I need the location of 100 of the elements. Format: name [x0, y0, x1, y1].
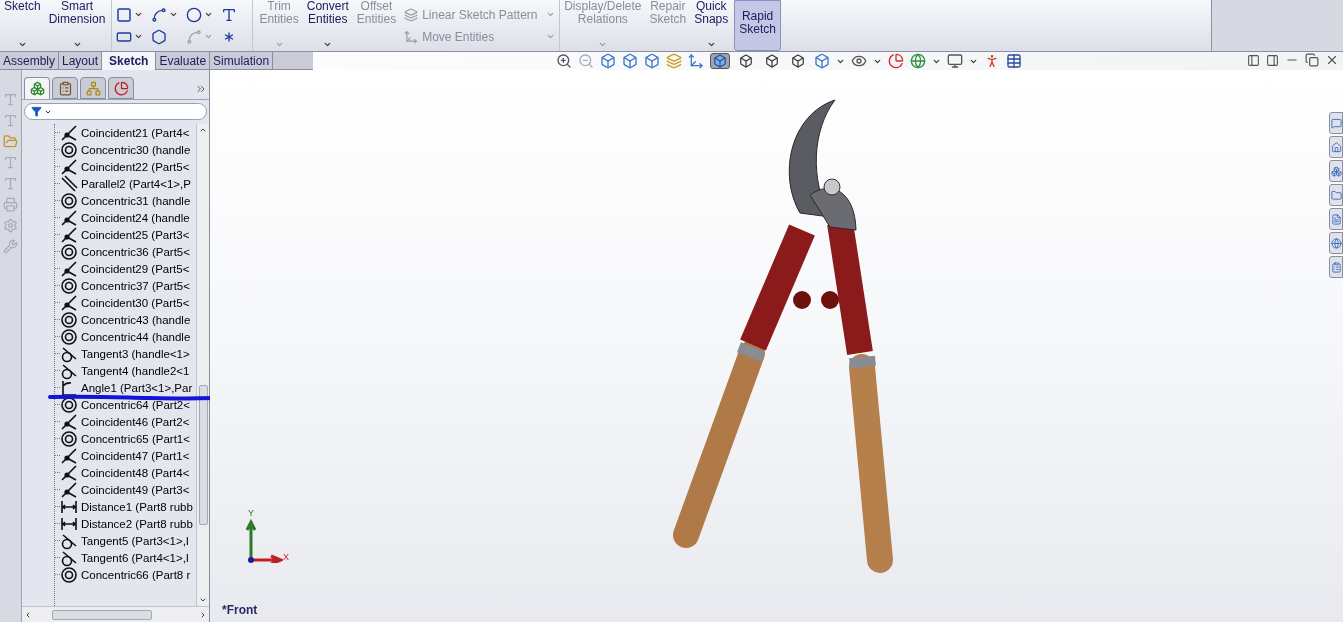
relation-tree-item[interactable]: Distance2 (Part8 rubb	[81, 516, 193, 531]
expand-chevron-icon[interactable]	[195, 83, 207, 95]
relation-tree-item[interactable]: Parallel2 (Part4<1>,P	[81, 176, 191, 191]
relation-tree-item[interactable]: Coincident49 (Part3<	[81, 482, 190, 497]
task-pane-tab[interactable]	[1329, 184, 1343, 206]
cube-view-icon[interactable]	[622, 53, 638, 69]
command-tab[interactable]: Sketch	[102, 52, 157, 70]
relation-tree-item[interactable]: Coincident47 (Part1<	[81, 448, 190, 463]
table-icon[interactable]	[1006, 53, 1022, 69]
arc-icon[interactable]	[151, 6, 168, 23]
tile-left-icon[interactable]	[1247, 53, 1260, 67]
relation-tree-item[interactable]: Concentric37 (Part5<	[81, 278, 190, 293]
relation-tree-item[interactable]: Tangent3 (handle<1>	[81, 346, 190, 361]
pane-icon	[1330, 165, 1342, 177]
relation-tree-item[interactable]: Concentric44 (handle	[81, 329, 191, 344]
tile-right-icon[interactable]	[1266, 53, 1279, 67]
restore-icon[interactable]	[1305, 53, 1319, 67]
dropdown-caret-icon[interactable]	[134, 32, 144, 41]
pane-icon	[1330, 213, 1342, 225]
axis-label: X	[283, 551, 289, 564]
relation-tree-item[interactable]: Concentric64 (Part2<	[81, 397, 190, 412]
manager-tab[interactable]	[52, 77, 78, 99]
coincident-icon	[60, 480, 78, 499]
polygon-icon[interactable]	[151, 28, 168, 45]
relation-tree-item[interactable]: Coincident46 (Part2<	[81, 414, 190, 429]
coincident-icon	[60, 259, 78, 278]
relation-tree-item[interactable]: Concentric66 (Part8 r	[81, 567, 191, 582]
concentric-icon	[60, 565, 78, 584]
rectangle-icon[interactable]	[116, 6, 133, 23]
ribbon-command[interactable]: Smart Dimension	[44, 0, 110, 51]
task-pane-tab[interactable]	[1329, 160, 1343, 182]
coincident-icon	[60, 124, 78, 142]
relation-tree-item[interactable]: Concentric36 (Part5<	[81, 244, 190, 259]
tab-icon	[57, 80, 73, 96]
concentric-icon	[60, 140, 78, 159]
task-pane-tab[interactable]	[1329, 208, 1343, 230]
dropdown-caret-icon[interactable]	[134, 10, 144, 19]
parallel-icon	[60, 174, 78, 193]
dropdown-caret-icon[interactable]	[17, 40, 27, 49]
tab-icon	[113, 80, 129, 96]
zoom-fit-icon[interactable]	[556, 53, 572, 69]
dropdown-caret-icon[interactable]	[204, 10, 214, 19]
pane-icon	[1330, 261, 1342, 273]
rapid-sketch-button[interactable]: Rapid Sketch	[734, 0, 781, 51]
relation-tree-item[interactable]: Tangent5 (Part3<1>,I	[81, 533, 190, 548]
relation-tree-item[interactable]: Coincident22 (Part5<	[81, 159, 190, 174]
scrollbar-thumb[interactable]	[51, 609, 152, 620]
pane-icon	[1330, 189, 1342, 201]
coincident-icon	[60, 157, 78, 176]
relation-tree-item[interactable]: Coincident21 (Part4<	[81, 125, 190, 140]
task-pane-tab[interactable]	[1329, 112, 1343, 134]
task-pane-tab[interactable]	[1329, 232, 1343, 254]
task-pane-tab[interactable]	[1329, 136, 1343, 158]
relation-tree-item[interactable]: Angle1 (Part3<1>,Par	[81, 380, 193, 395]
coincident-icon	[60, 412, 78, 431]
relation-tree-item[interactable]: Coincident30 (Part5<	[81, 295, 190, 310]
tab-icon	[85, 80, 101, 96]
close-icon[interactable]	[1325, 53, 1339, 67]
relation-tree-item[interactable]: Concentric30 (handle	[81, 142, 191, 157]
relation-tree-item[interactable]: Concentric43 (handle	[81, 312, 191, 327]
filter-icon	[31, 106, 42, 117]
coincident-icon	[60, 225, 78, 244]
ellipse-icon[interactable]	[186, 6, 203, 23]
relation-tree-item[interactable]: Concentric65 (Part1<	[81, 431, 190, 446]
monitor-icon[interactable]	[947, 53, 963, 69]
task-pane-tab[interactable]	[1329, 256, 1343, 278]
relation-tree-item[interactable]: Distance1 (Part8 rubb	[81, 499, 193, 514]
view-name: *Front	[222, 602, 258, 619]
coincident-icon	[60, 446, 78, 465]
horizontal-scrollbar[interactable]	[22, 606, 209, 622]
dropdown-caret-icon[interactable]	[72, 40, 82, 49]
cube-view-icon[interactable]	[600, 53, 616, 69]
dropdown-caret-icon[interactable]	[169, 10, 179, 19]
cube-view-icon[interactable]	[644, 53, 660, 69]
manager-tab[interactable]	[108, 77, 134, 99]
filter-field[interactable]	[24, 103, 207, 120]
relation-tree-item[interactable]: Coincident25 (Part3<	[81, 227, 190, 242]
ribbon-command[interactable]: Quick Snaps	[690, 0, 733, 51]
relation-tree-item[interactable]: Tangent6 (Part4<1>,I	[81, 550, 190, 565]
scrollbar-thumb[interactable]	[198, 385, 208, 525]
tangent-icon	[60, 531, 78, 550]
text-tool-icon[interactable]	[221, 6, 238, 23]
ribbon-command[interactable]: Convert Entities	[302, 0, 353, 51]
tangent-icon	[60, 361, 78, 380]
relation-tree-item[interactable]: Coincident24 (handle	[81, 210, 190, 225]
ribbon-command[interactable]: Sketch	[0, 0, 45, 51]
dropdown-caret-icon[interactable]	[706, 40, 716, 49]
relation-tree-item[interactable]: Concentric31 (handle	[81, 193, 191, 208]
relation-tree-item[interactable]: Coincident29 (Part5<	[81, 261, 190, 276]
walking-person-icon[interactable]	[984, 53, 1000, 69]
cube-display-icon[interactable]	[814, 53, 830, 69]
manager-tab[interactable]	[24, 77, 50, 99]
pane-icon	[1330, 237, 1342, 249]
coincident-icon	[60, 293, 78, 312]
coincident-icon	[60, 208, 78, 227]
tangent-icon	[60, 344, 78, 363]
dropdown-caret-icon[interactable]	[323, 40, 333, 49]
relation-tree-item[interactable]: Tangent4 (handle2<1	[81, 363, 190, 378]
relation-tree-item[interactable]: Coincident48 (Part4<	[81, 465, 190, 480]
vertical-scrollbar[interactable]	[196, 124, 209, 606]
